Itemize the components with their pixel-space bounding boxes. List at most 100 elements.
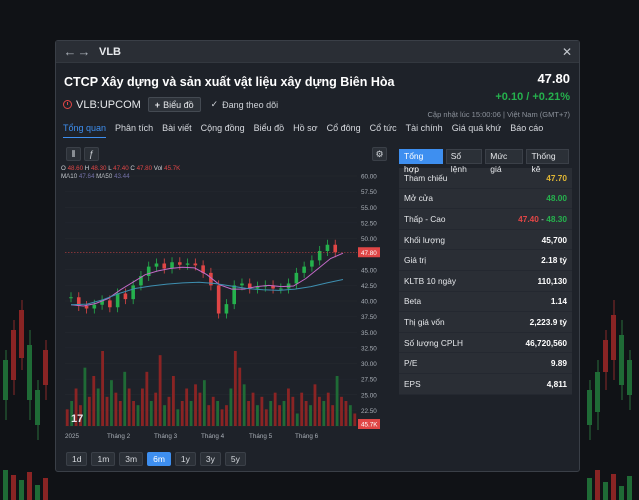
volume-bar — [220, 409, 224, 426]
tab-tong-quan[interactable]: Tổng quan — [63, 123, 107, 138]
window-title: VLB — [99, 45, 121, 58]
stat-row-volume: Khối lượng 45,700 — [399, 230, 572, 251]
clock-icon — [63, 100, 72, 109]
tab-gia-qua-khu[interactable]: Giá quá khứ — [452, 123, 502, 138]
candle — [69, 297, 73, 299]
y-tick-label: 55.00 — [361, 205, 377, 212]
follow-label: Đang theo dõi — [222, 99, 279, 110]
tab-tong-hop[interactable]: Tổng hợp — [399, 149, 443, 174]
indicator-fx-icon[interactable]: ƒ — [84, 147, 99, 161]
tab-bai-viet[interactable]: Bài viết — [162, 123, 192, 138]
candle — [302, 266, 306, 273]
company-name: CTCP Xây dựng và sản xuất vật liệu xây d… — [64, 75, 395, 89]
check-icon: ✓ — [210, 99, 219, 109]
volume-bar — [247, 401, 251, 426]
tab-bieu-do[interactable]: Biểu đồ — [254, 123, 285, 138]
candle — [185, 263, 190, 265]
follow-button[interactable]: ✓ Đang theo dõi — [211, 99, 279, 110]
volume-bar — [287, 388, 290, 426]
back-arrow-icon[interactable]: ← — [63, 44, 77, 59]
volume-bar — [185, 388, 189, 426]
tab-phan-tich[interactable]: Phân tích — [115, 123, 153, 138]
candle — [333, 244, 338, 253]
candle — [162, 263, 167, 269]
candle — [310, 260, 314, 267]
candle — [131, 285, 135, 300]
candle — [170, 262, 174, 269]
volume-bar — [198, 392, 202, 426]
stat-row-low-high: Thấp - Cao 47.40 - 48.30 — [399, 209, 572, 230]
volume-bar — [335, 376, 339, 426]
volume-bar — [211, 396, 215, 426]
update-time: Cập nhật lúc 15:00:06 | Việt Nam (GMT+7) — [427, 110, 570, 119]
volume-bar — [132, 401, 135, 426]
volume-bar — [216, 401, 220, 426]
chart-button[interactable]: + Biểu đồ — [147, 97, 201, 112]
x-tick-label: Tháng 5 — [249, 433, 273, 440]
tab-tai-chinh[interactable]: Tài chính — [406, 123, 443, 138]
stat-row-beta: Beta 1.14 — [399, 292, 572, 313]
price-chart[interactable]: 60.0057.5055.0052.5050.0047.5045.0042.50… — [63, 168, 389, 450]
plus-icon: + — [154, 99, 161, 110]
tab-co-dong[interactable]: Cổ đông — [327, 123, 361, 138]
settings-gear-icon[interactable]: ⚙ — [372, 147, 387, 161]
tab-so-lenh[interactable]: Sổ lệnh — [445, 149, 483, 174]
volume-bar — [278, 405, 281, 426]
volume-bar — [123, 371, 127, 426]
tab-ho-so[interactable]: Hồ sơ — [293, 123, 317, 138]
volume-bar — [207, 405, 211, 426]
summary-panel: Tổng hợp Sổ lệnh Mức giá Thống kê Tham c… — [399, 149, 572, 395]
volume-bar — [309, 405, 312, 426]
volume-bar — [127, 388, 131, 426]
volume-bar — [348, 405, 352, 426]
volume-bar — [317, 396, 321, 426]
volume-bar — [176, 409, 180, 426]
range-3y[interactable]: 3y — [199, 452, 221, 466]
volume-bar — [344, 401, 348, 426]
current-price-label: 47.80 — [361, 250, 377, 257]
range-5y[interactable]: 5y — [224, 452, 246, 466]
main-tabs: Tổng quan Phân tích Bài viết Cộng đồng B… — [63, 123, 552, 138]
volume-bar — [326, 392, 330, 426]
chart-button-label: Biểu đồ — [163, 99, 194, 110]
candle — [193, 263, 198, 266]
stats-table: Tham chiếu 47.70 Mở cửa 48.00 Thấp - Cao 47… — [399, 168, 572, 395]
tab-thong-ke[interactable]: Thống kê — [526, 149, 569, 174]
y-tick-label: 45.00 — [361, 267, 377, 274]
stat-row-shares: Số lượng CPLH 46,720,560 — [399, 333, 572, 354]
volume-bar — [65, 409, 69, 426]
volume-bar — [158, 355, 162, 426]
candle — [84, 306, 89, 309]
range-1d[interactable]: 1d — [66, 452, 88, 466]
volume-bar — [273, 392, 277, 426]
y-tick-label: 52.50 — [361, 220, 377, 227]
close-icon[interactable]: ✕ — [562, 45, 572, 59]
forward-arrow-icon[interactable]: → — [77, 44, 91, 59]
range-1y[interactable]: 1y — [174, 452, 196, 466]
tab-cong-dong[interactable]: Cộng đồng — [201, 123, 245, 138]
y-tick-label: 37.50 — [361, 314, 377, 321]
candle — [232, 285, 236, 305]
stock-modal: ← → VLB ✕ CTCP Xây dựng và sản xuất vật … — [55, 40, 580, 472]
volume-bar — [154, 392, 158, 426]
volume-bar — [189, 401, 193, 426]
volume-bar — [233, 351, 237, 426]
y-tick-label: 35.00 — [361, 330, 377, 337]
ticker-label[interactable]: VLB:UPCOM — [63, 99, 141, 111]
volume-bar — [225, 405, 228, 426]
tab-co-tuc[interactable]: Cổ tức — [370, 123, 397, 138]
summary-tabs: Tổng hợp Sổ lệnh Mức giá Thống kê — [399, 149, 572, 174]
tab-muc-gia[interactable]: Mức giá — [485, 149, 524, 174]
volume-bar — [96, 388, 100, 426]
candle-type-icon[interactable]: ⫴ — [66, 147, 81, 161]
stat-row-open: Mở cửa 48.00 — [399, 189, 572, 210]
stat-row-value: Giá trị 2.18 tỷ — [399, 250, 572, 271]
tab-bao-cao[interactable]: Báo cáo — [510, 123, 543, 138]
range-1m[interactable]: 1m — [91, 452, 116, 466]
range-6m[interactable]: 6m — [147, 452, 171, 466]
volume-bar — [260, 396, 264, 426]
y-tick-label: 27.50 — [361, 377, 377, 384]
x-tick-label: 2025 — [65, 433, 80, 440]
volume-bar — [114, 392, 118, 426]
range-3m[interactable]: 3m — [119, 452, 144, 466]
